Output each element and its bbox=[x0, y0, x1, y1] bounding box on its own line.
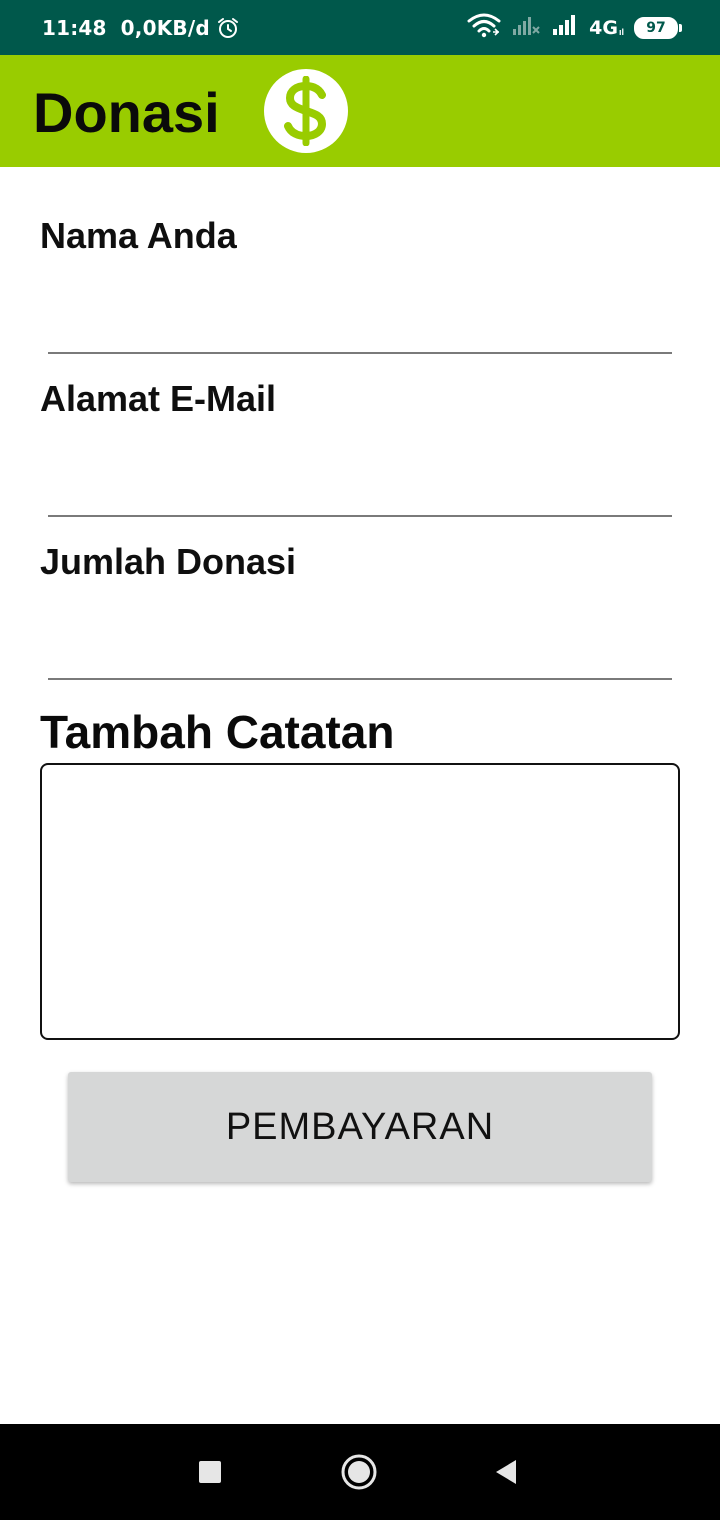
app-bar: Donasi bbox=[0, 55, 720, 167]
network-type: 4G bbox=[589, 16, 618, 39]
status-left: 11:48 0,0KB/d bbox=[42, 0, 240, 55]
status-data-speed: 0,0KB/d bbox=[120, 15, 210, 40]
alarm-icon bbox=[216, 16, 240, 40]
name-input[interactable] bbox=[48, 298, 672, 354]
battery-tip bbox=[679, 23, 682, 32]
navigation-bar bbox=[0, 1424, 720, 1520]
no-signal-icon bbox=[511, 13, 541, 42]
signal-icon bbox=[551, 13, 579, 42]
status-right: 4G ıl 97 bbox=[467, 0, 682, 55]
home-button[interactable] bbox=[311, 1424, 407, 1520]
amount-input[interactable] bbox=[48, 624, 672, 680]
status-time: 11:48 bbox=[42, 15, 107, 40]
name-label: Nama Anda bbox=[40, 215, 237, 256]
home-icon bbox=[341, 1454, 377, 1490]
recent-apps-icon bbox=[199, 1461, 221, 1483]
email-label: Alamat E-Mail bbox=[40, 378, 277, 419]
notes-textarea[interactable] bbox=[40, 763, 680, 1040]
email-input[interactable] bbox=[48, 461, 672, 517]
battery-icon: 97 bbox=[634, 16, 682, 39]
back-icon bbox=[496, 1460, 516, 1484]
dollar-icon bbox=[264, 69, 348, 153]
recent-apps-button[interactable] bbox=[162, 1424, 258, 1520]
battery-level: 97 bbox=[634, 16, 678, 39]
amount-label: Jumlah Donasi bbox=[40, 541, 297, 582]
back-button[interactable] bbox=[458, 1424, 554, 1520]
payment-button[interactable]: PEMBAYARAN bbox=[68, 1072, 652, 1182]
network-activity: ıl bbox=[618, 26, 624, 37]
status-bar: 11:48 0,0KB/d 4G ıl 97 bbox=[0, 0, 720, 55]
notes-heading: Tambah Catatan bbox=[40, 706, 395, 758]
page-title: Donasi bbox=[33, 81, 220, 144]
wifi-icon bbox=[467, 12, 501, 43]
